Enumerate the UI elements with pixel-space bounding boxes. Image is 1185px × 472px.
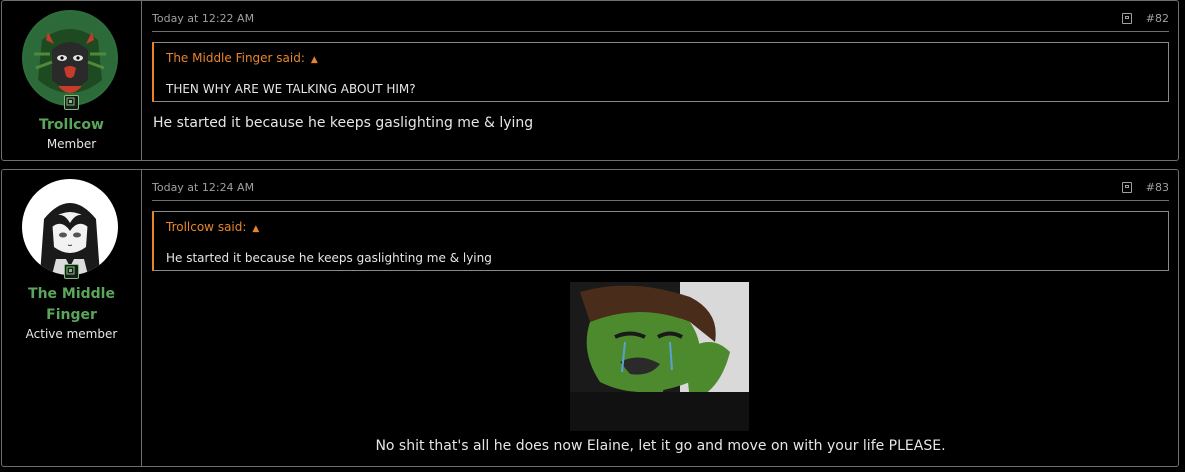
quote-block: The Middle Finger said: ▲ THEN WHY ARE WE… (152, 42, 1169, 102)
message-body: He started it because he keeps gaslighti… (153, 115, 534, 131)
post-timestamp[interactable]: Today at 12:24 AM (152, 181, 254, 194)
share-icon[interactable] (1121, 13, 1132, 24)
post-82: Trollcow Member Today at 12:22 AM #82 Th… (1, 0, 1179, 161)
post-83: The Middle Finger Active member Today at… (1, 169, 1179, 467)
user-cell: The Middle Finger Active member (2, 170, 142, 466)
quote-author[interactable]: Trollcow said: ▲ (166, 220, 259, 234)
quote-block: Trollcow said: ▲ He started it because he… (152, 211, 1169, 271)
message-header: Today at 12:22 AM #82 (152, 11, 1169, 32)
post-number-link[interactable]: #83 (1146, 181, 1169, 194)
online-status-icon (64, 95, 79, 110)
meme-image[interactable] (570, 282, 749, 431)
message-body: No shit that's all he does now Elaine, l… (375, 438, 946, 454)
message-header: Today at 12:24 AM #83 (152, 180, 1169, 201)
username-line-1[interactable]: The Middle (2, 284, 141, 305)
arrow-up-icon[interactable]: ▲ (311, 55, 318, 65)
arrow-up-icon[interactable]: ▲ (252, 224, 259, 234)
quote-author[interactable]: The Middle Finger said: ▲ (166, 51, 318, 65)
avatar-the-middle-finger[interactable] (22, 179, 118, 275)
user-title: Active member (25, 327, 118, 341)
user-title: Member (46, 137, 97, 151)
quote-author-label[interactable]: The Middle Finger said: (166, 51, 305, 65)
username[interactable]: The Middle Finger (2, 284, 141, 326)
share-icon[interactable] (1121, 182, 1132, 193)
post-timestamp[interactable]: Today at 12:22 AM (152, 12, 254, 25)
quote-text: He started it because he keeps gaslighti… (166, 251, 492, 265)
username-line-2[interactable]: Finger (2, 305, 141, 326)
post-number-link[interactable]: #82 (1146, 12, 1169, 25)
quote-text: THEN WHY ARE WE TALKING ABOUT HIM? (166, 82, 416, 96)
avatar-trollcow[interactable] (22, 10, 118, 106)
username[interactable]: Trollcow (2, 115, 141, 136)
user-cell: Trollcow Member (2, 1, 142, 160)
message-cell: Today at 12:22 AM #82 The Middle Finger … (152, 1, 1169, 160)
quote-author-label[interactable]: Trollcow said: (166, 220, 246, 234)
online-status-icon (64, 264, 79, 279)
message-cell: Today at 12:24 AM #83 Trollcow said: ▲ He… (152, 170, 1169, 466)
